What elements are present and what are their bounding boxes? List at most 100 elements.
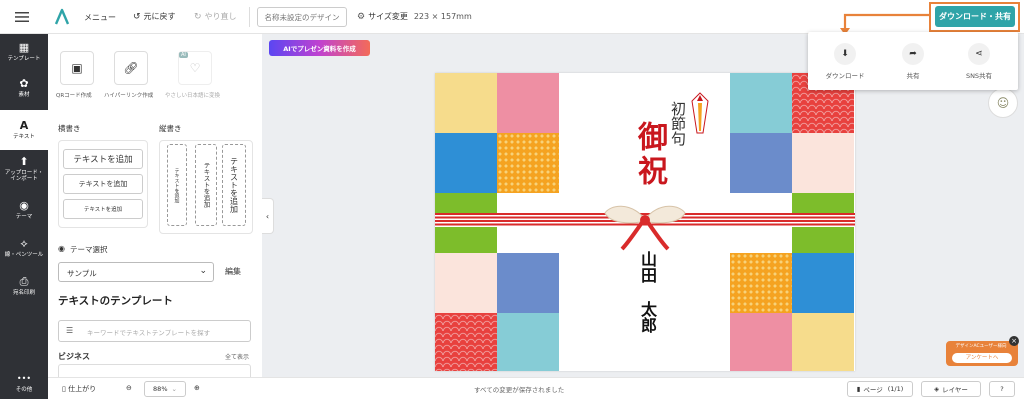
layer-label: レイヤー [942, 386, 968, 394]
show-all-link[interactable]: 全て表示 [225, 352, 249, 361]
survey-title: デザインACユーザー様向 [955, 344, 1007, 349]
sidebar-item-label: 宛名印刷 [12, 289, 35, 296]
chevron-down-icon: ⌄ [171, 385, 177, 393]
business-label: ビジネス [58, 352, 90, 361]
upload-icon: ⬆ [19, 154, 29, 168]
download-icon: ⬇ [834, 42, 856, 65]
sidebar-item-materials[interactable]: ✿ 素材 [0, 70, 48, 106]
close-icon[interactable]: × [1009, 336, 1019, 346]
survey-button[interactable]: アンケートへ [952, 353, 1012, 363]
sidebar-item-theme[interactable]: ◉ テーマ [0, 192, 48, 228]
share-option[interactable]: ➦ 共有 [880, 32, 946, 90]
zoom-select[interactable]: 88% ⌄ [144, 381, 186, 397]
sidebar-item-address-print[interactable]: ⎙ 宛名印刷 [0, 268, 48, 304]
pattern-square [730, 253, 792, 313]
share-label: 共有 [906, 71, 920, 80]
template-icon: ▦ [18, 40, 30, 54]
noshi-ornament-icon [691, 92, 709, 134]
template-search-input[interactable]: ☰ キーワードでテキストテンプレートを探す [58, 320, 251, 342]
app-logo-icon[interactable] [54, 8, 70, 25]
qr-code-tool[interactable]: ▣ [60, 51, 94, 85]
undo-button[interactable]: ↺ 元に戻す [133, 11, 176, 22]
add-vertical-text-small[interactable]: テキストを追加 [167, 144, 187, 226]
theme-edit-button[interactable]: 編集 [225, 266, 241, 277]
collapse-panel-handle[interactable]: ‹ [262, 198, 274, 234]
finish-label: 仕上がり [68, 385, 97, 393]
document-name-field[interactable]: 名称未設定のデザイン [257, 7, 347, 27]
save-status: すべての変更が保存されました [474, 386, 565, 394]
sns-share-icon: ⋖ [968, 42, 990, 65]
layer-button[interactable]: ◈ レイヤー [921, 381, 981, 397]
theme-select[interactable]: サンプル ⌄ [58, 262, 214, 282]
link-icon: 🔗︎ [123, 61, 139, 75]
sns-share-label: SNS共有 [965, 71, 993, 80]
pattern-square [730, 73, 792, 133]
sidebar-item-text[interactable]: A テキスト [0, 110, 48, 150]
help-icon: ? [1000, 385, 1004, 393]
pen-tool-icon: ⟡ [20, 236, 28, 250]
resize-button[interactable]: ⚙ サイズ変更 223 × 157mm [357, 11, 472, 22]
share-arrow-icon: ➦ [902, 42, 924, 65]
divider [249, 7, 250, 27]
materials-icon: ✿ [19, 76, 29, 90]
goiwai-text[interactable]: 御祝 [627, 121, 671, 189]
pattern-square [497, 133, 559, 193]
zoom-out-icon[interactable]: ⊖ [126, 384, 132, 392]
sidebar-item-label: テキスト [13, 133, 35, 140]
redo-icon: ↻ [194, 11, 202, 22]
palette-icon: ◉ [58, 244, 65, 253]
tool-label: QRコード作成 [56, 93, 92, 99]
finish-preview-button[interactable]: ▯ 仕上がり [62, 384, 96, 394]
theme-title: テーマ選択 [70, 245, 108, 254]
page-button[interactable]: ▮ ページ (1/1) [847, 381, 913, 397]
hyperlink-tool[interactable]: 🔗︎ [114, 51, 148, 85]
redo-button[interactable]: ↻ やり直し [194, 11, 237, 22]
hatsu-sekku-text[interactable]: 初節句 [668, 101, 689, 146]
hamburger-menu-icon[interactable] [15, 9, 29, 23]
add-text-medium-button[interactable]: テキストを追加 [63, 174, 143, 194]
redo-label: やり直し [204, 12, 237, 21]
pattern-square [435, 253, 497, 313]
business-template-card[interactable] [58, 364, 251, 377]
design-card[interactable]: 初節句 御祝 山田 太郎 [435, 73, 855, 371]
filter-icon: ☰ [66, 326, 74, 335]
book-icon: ▮ [856, 385, 861, 393]
sidebar-item-more[interactable]: ••• その他 [0, 369, 48, 397]
add-vertical-text-medium[interactable]: テキストを追加 [195, 144, 217, 226]
add-text-large-button[interactable]: テキストを追加 [63, 149, 143, 169]
survey-widget[interactable]: デザインACユーザー様向 アンケートへ [946, 341, 1018, 366]
sidebar-item-label: テーマ [15, 213, 33, 220]
help-button[interactable]: ? [989, 381, 1015, 397]
text-panel: ▣ QRコード作成 🔗︎ ハイパーリンク作成 ♡ AI やさしい日本語に変換 横… [48, 34, 262, 377]
qr-code-icon: ▣ [71, 61, 83, 75]
sidebar-item-template[interactable]: ▦ テンプレート [0, 34, 48, 70]
mascot-avatar[interactable]: ☺ [988, 88, 1018, 118]
sns-share-option[interactable]: ⋖ SNS共有 [946, 32, 1012, 90]
more-icon: ••• [16, 373, 32, 383]
download-label: ダウンロード [825, 71, 865, 80]
pattern-square [792, 133, 854, 193]
pattern-square [730, 313, 792, 371]
chevron-down-icon: ⌄ [199, 266, 207, 276]
download-option[interactable]: ⬇ ダウンロード [812, 32, 878, 90]
sidebar-item-label: 素材 [18, 91, 30, 98]
add-vertical-text-large[interactable]: テキストを追加 [222, 144, 246, 226]
sidebar-item-label: その他 [15, 386, 33, 393]
pattern-square [792, 253, 854, 313]
share-popup: ⬇ ダウンロード ➦ 共有 ⋖ SNS共有 [808, 32, 1018, 90]
menu-button[interactable]: メニュー [84, 12, 116, 23]
pattern-square [435, 133, 497, 193]
given-name-text[interactable]: 太郎 [635, 301, 659, 333]
ai-presentation-button[interactable]: AIでプレゼン資料を作成 [269, 40, 370, 56]
tool-label: やさしい日本語に変換 [165, 93, 221, 99]
sidebar-item-pen[interactable]: ⟡ 線・ペンツール [0, 230, 48, 266]
sidebar-item-upload[interactable]: ⬆ アップロード・インポート [0, 150, 48, 188]
pattern-square [435, 73, 497, 133]
undo-label: 元に戻す [143, 12, 176, 21]
add-text-small-button[interactable]: テキストを追加 [63, 199, 143, 219]
page-count: (1/1) [887, 385, 904, 393]
highlight-download-share [929, 2, 1020, 32]
zoom-in-icon[interactable]: ⊕ [194, 384, 200, 392]
surname-text[interactable]: 山田 [635, 251, 659, 283]
printer-icon: ⎙ [19, 274, 29, 288]
